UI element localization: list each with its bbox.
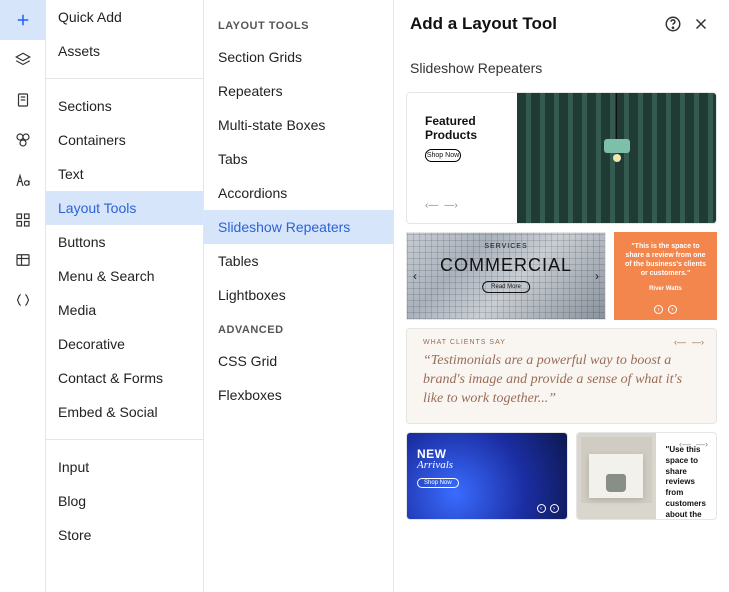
chevron-right-icon: › — [595, 269, 599, 283]
panel-subtitle: Slideshow Repeaters — [394, 48, 729, 84]
help-icon[interactable] — [661, 12, 685, 36]
category-item-layout-tools[interactable]: Layout Tools — [46, 191, 203, 225]
category-item-store[interactable]: Store — [46, 518, 203, 552]
subcategory-item-lightboxes[interactable]: Lightboxes — [204, 278, 393, 312]
category-item-contact-forms[interactable]: Contact & Forms — [46, 361, 203, 395]
subcategory-item-accordions[interactable]: Accordions — [204, 176, 393, 210]
category-item-embed-social[interactable]: Embed & Social — [46, 395, 203, 429]
template-gallery: Featured Products Shop Now ‹——› SERVICES… — [394, 84, 729, 592]
card-label: WHAT CLIENTS SAY — [423, 339, 700, 346]
category-item-containers[interactable]: Containers — [46, 123, 203, 157]
card-text: Featured Products Shop Now ‹——› — [407, 93, 517, 223]
shop-now-button: Shop Now — [417, 478, 459, 488]
category-item-input[interactable]: Input — [46, 450, 203, 484]
category-item-sections[interactable]: Sections — [46, 89, 203, 123]
category-item-decorative[interactable]: Decorative — [46, 327, 203, 361]
category-item-blog[interactable]: Blog — [46, 484, 203, 518]
subcategory-item-section-grids[interactable]: Section Grids — [204, 40, 393, 74]
chevron-left-icon: ‹ — [413, 269, 417, 283]
subcategory-item-repeaters[interactable]: Repeaters — [204, 74, 393, 108]
lamp-graphic — [604, 93, 630, 162]
add-icon[interactable] — [0, 0, 46, 40]
card-image — [517, 93, 716, 223]
panel-header: Add a Layout Tool — [394, 0, 729, 48]
template-new-arrivals[interactable]: NEW Arrivals Shop Now ‹› — [406, 432, 568, 520]
left-icon-rail — [0, 0, 46, 592]
category-item-media[interactable]: Media — [46, 293, 203, 327]
subcategory-item-css-grid[interactable]: CSS Grid — [204, 344, 393, 378]
separator — [46, 78, 203, 79]
category-item-menu-search[interactable]: Menu & Search — [46, 259, 203, 293]
template-testimonial[interactable]: WHAT CLIENTS SAY “Testimonials are a pow… — [406, 328, 717, 424]
section-heading: LAYOUT TOOLS — [204, 8, 393, 40]
add-tool-panel: Add a Layout Tool Slideshow Repeaters Fe… — [394, 0, 729, 592]
cms-icon[interactable] — [0, 240, 46, 280]
slide-controls: ‹——› — [674, 337, 704, 347]
card-text: ‹——› "Use this space to share reviews fr… — [656, 433, 716, 519]
subcategory-item-multi-state-boxes[interactable]: Multi-state Boxes — [204, 108, 393, 142]
template-featured-products[interactable]: Featured Products Shop Now ‹——› — [406, 92, 717, 224]
slide-controls: ‹› — [537, 504, 559, 513]
category-list: Quick AddAssets SectionsContainersTextLay… — [46, 0, 204, 592]
quote-text: "Use this space to share reviews from cu… — [666, 445, 706, 520]
subcategory-list: LAYOUT TOOLSSection GridsRepeatersMulti-… — [204, 0, 394, 592]
subcategory-item-tables[interactable]: Tables — [204, 244, 393, 278]
subcategory-item-tabs[interactable]: Tabs — [204, 142, 393, 176]
apps-icon[interactable] — [0, 200, 46, 240]
category-item-buttons[interactable]: Buttons — [46, 225, 203, 259]
theme-icon[interactable] — [0, 120, 46, 160]
product-thumb — [577, 433, 656, 519]
category-item-quick-add[interactable]: Quick Add — [46, 0, 203, 34]
category-item-text[interactable]: Text — [46, 157, 203, 191]
content-icon[interactable] — [0, 160, 46, 200]
quote-text: "This is the space to share a review fro… — [622, 242, 709, 278]
quote-author: River Watts — [649, 286, 682, 292]
category-item-assets[interactable]: Assets — [46, 34, 203, 68]
template-review-orange[interactable]: "This is the space to share a review fro… — [614, 232, 717, 320]
read-more-button: Read More — [482, 281, 530, 293]
panel-title: Add a Layout Tool — [410, 14, 657, 34]
quote-text: “Testimonials are a powerful way to boos… — [423, 352, 700, 409]
template-product-review[interactable]: ‹——› "Use this space to share reviews fr… — [576, 432, 718, 520]
card-title: COMMERCIAL — [407, 255, 605, 276]
subcategory-item-slideshow-repeaters[interactable]: Slideshow Repeaters — [204, 210, 393, 244]
slide-controls: ‹——› — [679, 439, 708, 449]
card-title: Featured Products — [425, 115, 517, 143]
slide-controls: ‹——› — [425, 200, 517, 211]
shop-now-button: Shop Now — [425, 149, 461, 162]
page-icon[interactable] — [0, 80, 46, 120]
separator — [46, 439, 203, 440]
section-heading: ADVANCED — [204, 312, 393, 344]
slide-controls: ‹› — [654, 305, 677, 314]
code-icon[interactable] — [0, 280, 46, 320]
close-icon[interactable] — [689, 12, 713, 36]
card-title-2: Arrivals — [417, 459, 557, 471]
template-commercial[interactable]: SERVICES COMMERCIAL Read More ‹ › — [406, 232, 606, 320]
kicker: SERVICES — [407, 243, 605, 250]
subcategory-item-flexboxes[interactable]: Flexboxes — [204, 378, 393, 412]
layers-icon[interactable] — [0, 40, 46, 80]
